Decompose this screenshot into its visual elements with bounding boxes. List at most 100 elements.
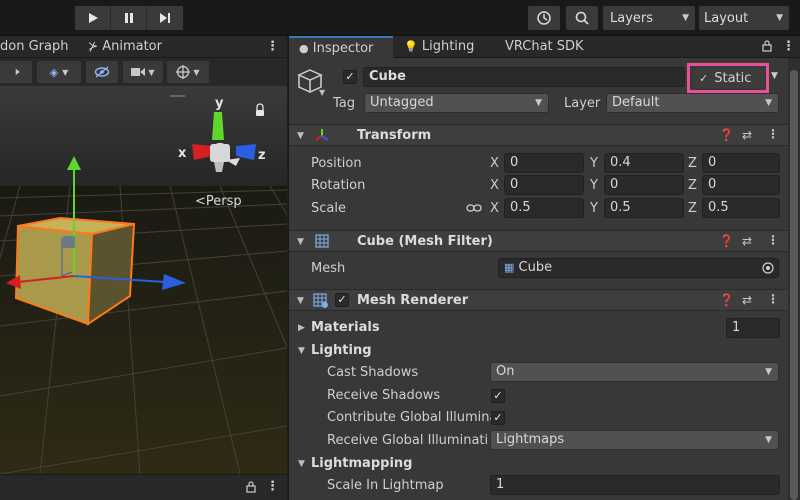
receive-gi-dropdown[interactable]: Lightmaps ▼ bbox=[490, 430, 779, 450]
transform-header[interactable]: ▼ Transform ❓ ⇄ ⋮ bbox=[289, 124, 789, 146]
more-options-icon[interactable]: ⋮ bbox=[767, 233, 779, 247]
axis-x-label: X bbox=[490, 156, 499, 171]
lightmapping-section-label[interactable]: Lightmapping bbox=[311, 456, 412, 472]
layers-dropdown[interactable]: Layers ▼ bbox=[603, 6, 695, 30]
object-name-field[interactable]: Cube bbox=[363, 67, 685, 87]
foldout-arrow-icon[interactable]: ▼ bbox=[298, 346, 305, 356]
mesh-object-field[interactable]: ▦ Cube bbox=[498, 258, 779, 278]
lock-icon[interactable] bbox=[761, 40, 773, 52]
gizmo-x-label: x bbox=[178, 146, 187, 161]
help-icon[interactable]: ❓ bbox=[719, 293, 734, 307]
layer-label: Layer bbox=[564, 96, 601, 111]
tab-udon-graph[interactable]: don Graph bbox=[0, 36, 80, 58]
layer-dropdown[interactable]: Default ▼ bbox=[606, 93, 779, 113]
gizmo-icon bbox=[176, 65, 191, 79]
play-button[interactable] bbox=[75, 6, 111, 30]
presets-icon[interactable]: ⇄ bbox=[742, 234, 752, 248]
component-title: Cube (Mesh Filter) bbox=[357, 234, 493, 249]
foldout-arrow-icon: ▼ bbox=[297, 296, 304, 306]
materials-count-field[interactable]: 1 bbox=[726, 318, 780, 338]
object-picker-icon[interactable] bbox=[762, 262, 774, 274]
effects-dropdown[interactable]: ◈ ▼ bbox=[37, 61, 81, 83]
scale-in-lightmap-field[interactable]: 1 bbox=[490, 475, 780, 495]
more-options-icon[interactable]: ⋮ bbox=[767, 292, 779, 306]
layout-label: Layout bbox=[704, 10, 749, 26]
rotation-y-field[interactable]: 0 bbox=[604, 175, 684, 195]
chevron-down-icon: ▼ bbox=[765, 435, 772, 445]
position-y-field[interactable]: 0.4 bbox=[604, 153, 684, 173]
hidden-objects-toggle[interactable] bbox=[86, 61, 118, 83]
contribute-gi-checkbox[interactable]: ✓ bbox=[491, 411, 505, 425]
static-toggle[interactable]: ✓ Static bbox=[693, 68, 765, 88]
scale-z-field[interactable]: 0.5 bbox=[702, 198, 780, 218]
chevron-down-icon[interactable]: ▼ bbox=[771, 71, 778, 81]
scene-bottom-bar: ⋮ bbox=[0, 474, 287, 500]
rotation-z-field[interactable]: 0 bbox=[702, 175, 780, 195]
tab-inspector[interactable]: ● Inspector bbox=[289, 36, 393, 58]
cast-shadows-value: On bbox=[496, 364, 515, 379]
scale-y-field[interactable]: 0.5 bbox=[604, 198, 684, 218]
enabled-checkbox[interactable]: ✓ bbox=[335, 293, 349, 307]
scale-x-field[interactable]: 0.5 bbox=[504, 198, 584, 218]
foldout-right-icon[interactable]: ▶ bbox=[298, 323, 305, 333]
chevron-down-icon: ▼ bbox=[193, 67, 200, 77]
layers-stack-icon: ◈ bbox=[49, 65, 59, 79]
more-options-icon[interactable]: ⋮ bbox=[266, 479, 279, 495]
field-value: 0.5 bbox=[708, 200, 729, 215]
link-icon[interactable] bbox=[466, 202, 482, 214]
chevron-down-icon: ▼ bbox=[682, 13, 689, 23]
chevron-down-icon[interactable]: ▼ bbox=[319, 88, 325, 97]
scene-viewport[interactable]: y x z <Persp bbox=[0, 86, 287, 474]
more-options-icon[interactable]: ⋮ bbox=[266, 36, 279, 58]
axis-y-label: Y bbox=[590, 156, 598, 171]
position-x-field[interactable]: 0 bbox=[504, 153, 584, 173]
chevron-down-icon: ▼ bbox=[148, 67, 155, 77]
more-options-icon[interactable]: ⋮ bbox=[782, 39, 795, 55]
mesh-filter-header[interactable]: ▼ Cube (Mesh Filter) ❓ ⇄ ⋮ bbox=[289, 230, 789, 252]
scrollbar-thumb[interactable] bbox=[790, 70, 798, 500]
lock-icon[interactable] bbox=[245, 481, 257, 493]
playback-controls bbox=[75, 6, 183, 30]
search-icon bbox=[575, 11, 589, 25]
gizmos-dropdown[interactable]: ▼ bbox=[167, 61, 209, 83]
static-label: Static bbox=[714, 70, 752, 86]
lighting-section-label[interactable]: Lighting bbox=[311, 343, 372, 359]
more-options-icon[interactable]: ⋮ bbox=[767, 127, 779, 141]
search-button[interactable] bbox=[566, 6, 598, 30]
main-toolbar: Layers ▼ Layout ▼ bbox=[0, 0, 800, 36]
camera-dropdown[interactable]: ▼ bbox=[123, 61, 163, 83]
field-value: 0.5 bbox=[610, 200, 631, 215]
position-z-field[interactable]: 0 bbox=[702, 153, 780, 173]
field-value: 0.5 bbox=[510, 200, 531, 215]
presets-icon[interactable]: ⇄ bbox=[742, 293, 752, 307]
materials-label[interactable]: Materials bbox=[311, 320, 380, 336]
step-button[interactable] bbox=[147, 6, 183, 30]
field-value: 0 bbox=[510, 155, 519, 170]
history-button[interactable] bbox=[528, 6, 560, 30]
tag-dropdown[interactable]: Untagged ▼ bbox=[364, 93, 549, 113]
eye-slash-icon bbox=[94, 66, 110, 78]
active-checkbox[interactable]: ✓ bbox=[343, 70, 357, 84]
projection-toggle[interactable]: <Persp bbox=[195, 194, 242, 210]
help-icon[interactable]: ❓ bbox=[719, 234, 734, 248]
audio-toggle-button[interactable]: 🕨 bbox=[0, 61, 32, 83]
position-label: Position bbox=[311, 156, 362, 171]
tab-label: don Graph bbox=[0, 39, 69, 54]
step-icon bbox=[160, 13, 170, 23]
tab-vrchat-sdk[interactable]: VRChat SDK bbox=[505, 36, 595, 58]
pause-button[interactable] bbox=[111, 6, 147, 30]
tab-animator[interactable]: ⊁ Animator bbox=[88, 36, 178, 58]
presets-icon[interactable]: ⇄ bbox=[742, 128, 752, 142]
axis-x-label: X bbox=[490, 178, 499, 193]
layout-dropdown[interactable]: Layout ▼ bbox=[699, 6, 789, 30]
foldout-arrow-icon[interactable]: ▼ bbox=[298, 459, 305, 469]
rotation-x-field[interactable]: 0 bbox=[504, 175, 584, 195]
help-icon[interactable]: ❓ bbox=[719, 128, 734, 142]
cast-shadows-dropdown[interactable]: On ▼ bbox=[490, 362, 779, 382]
receive-shadows-checkbox[interactable]: ✓ bbox=[491, 389, 505, 403]
transform-icon bbox=[315, 129, 329, 141]
mesh-renderer-header[interactable]: ▼ ✓ Mesh Renderer ❓ ⇄ ⋮ bbox=[289, 289, 789, 311]
tab-lighting[interactable]: 💡 Lighting bbox=[404, 36, 494, 58]
field-value: 1 bbox=[732, 320, 741, 335]
chevron-down-icon: ▼ bbox=[765, 367, 772, 377]
